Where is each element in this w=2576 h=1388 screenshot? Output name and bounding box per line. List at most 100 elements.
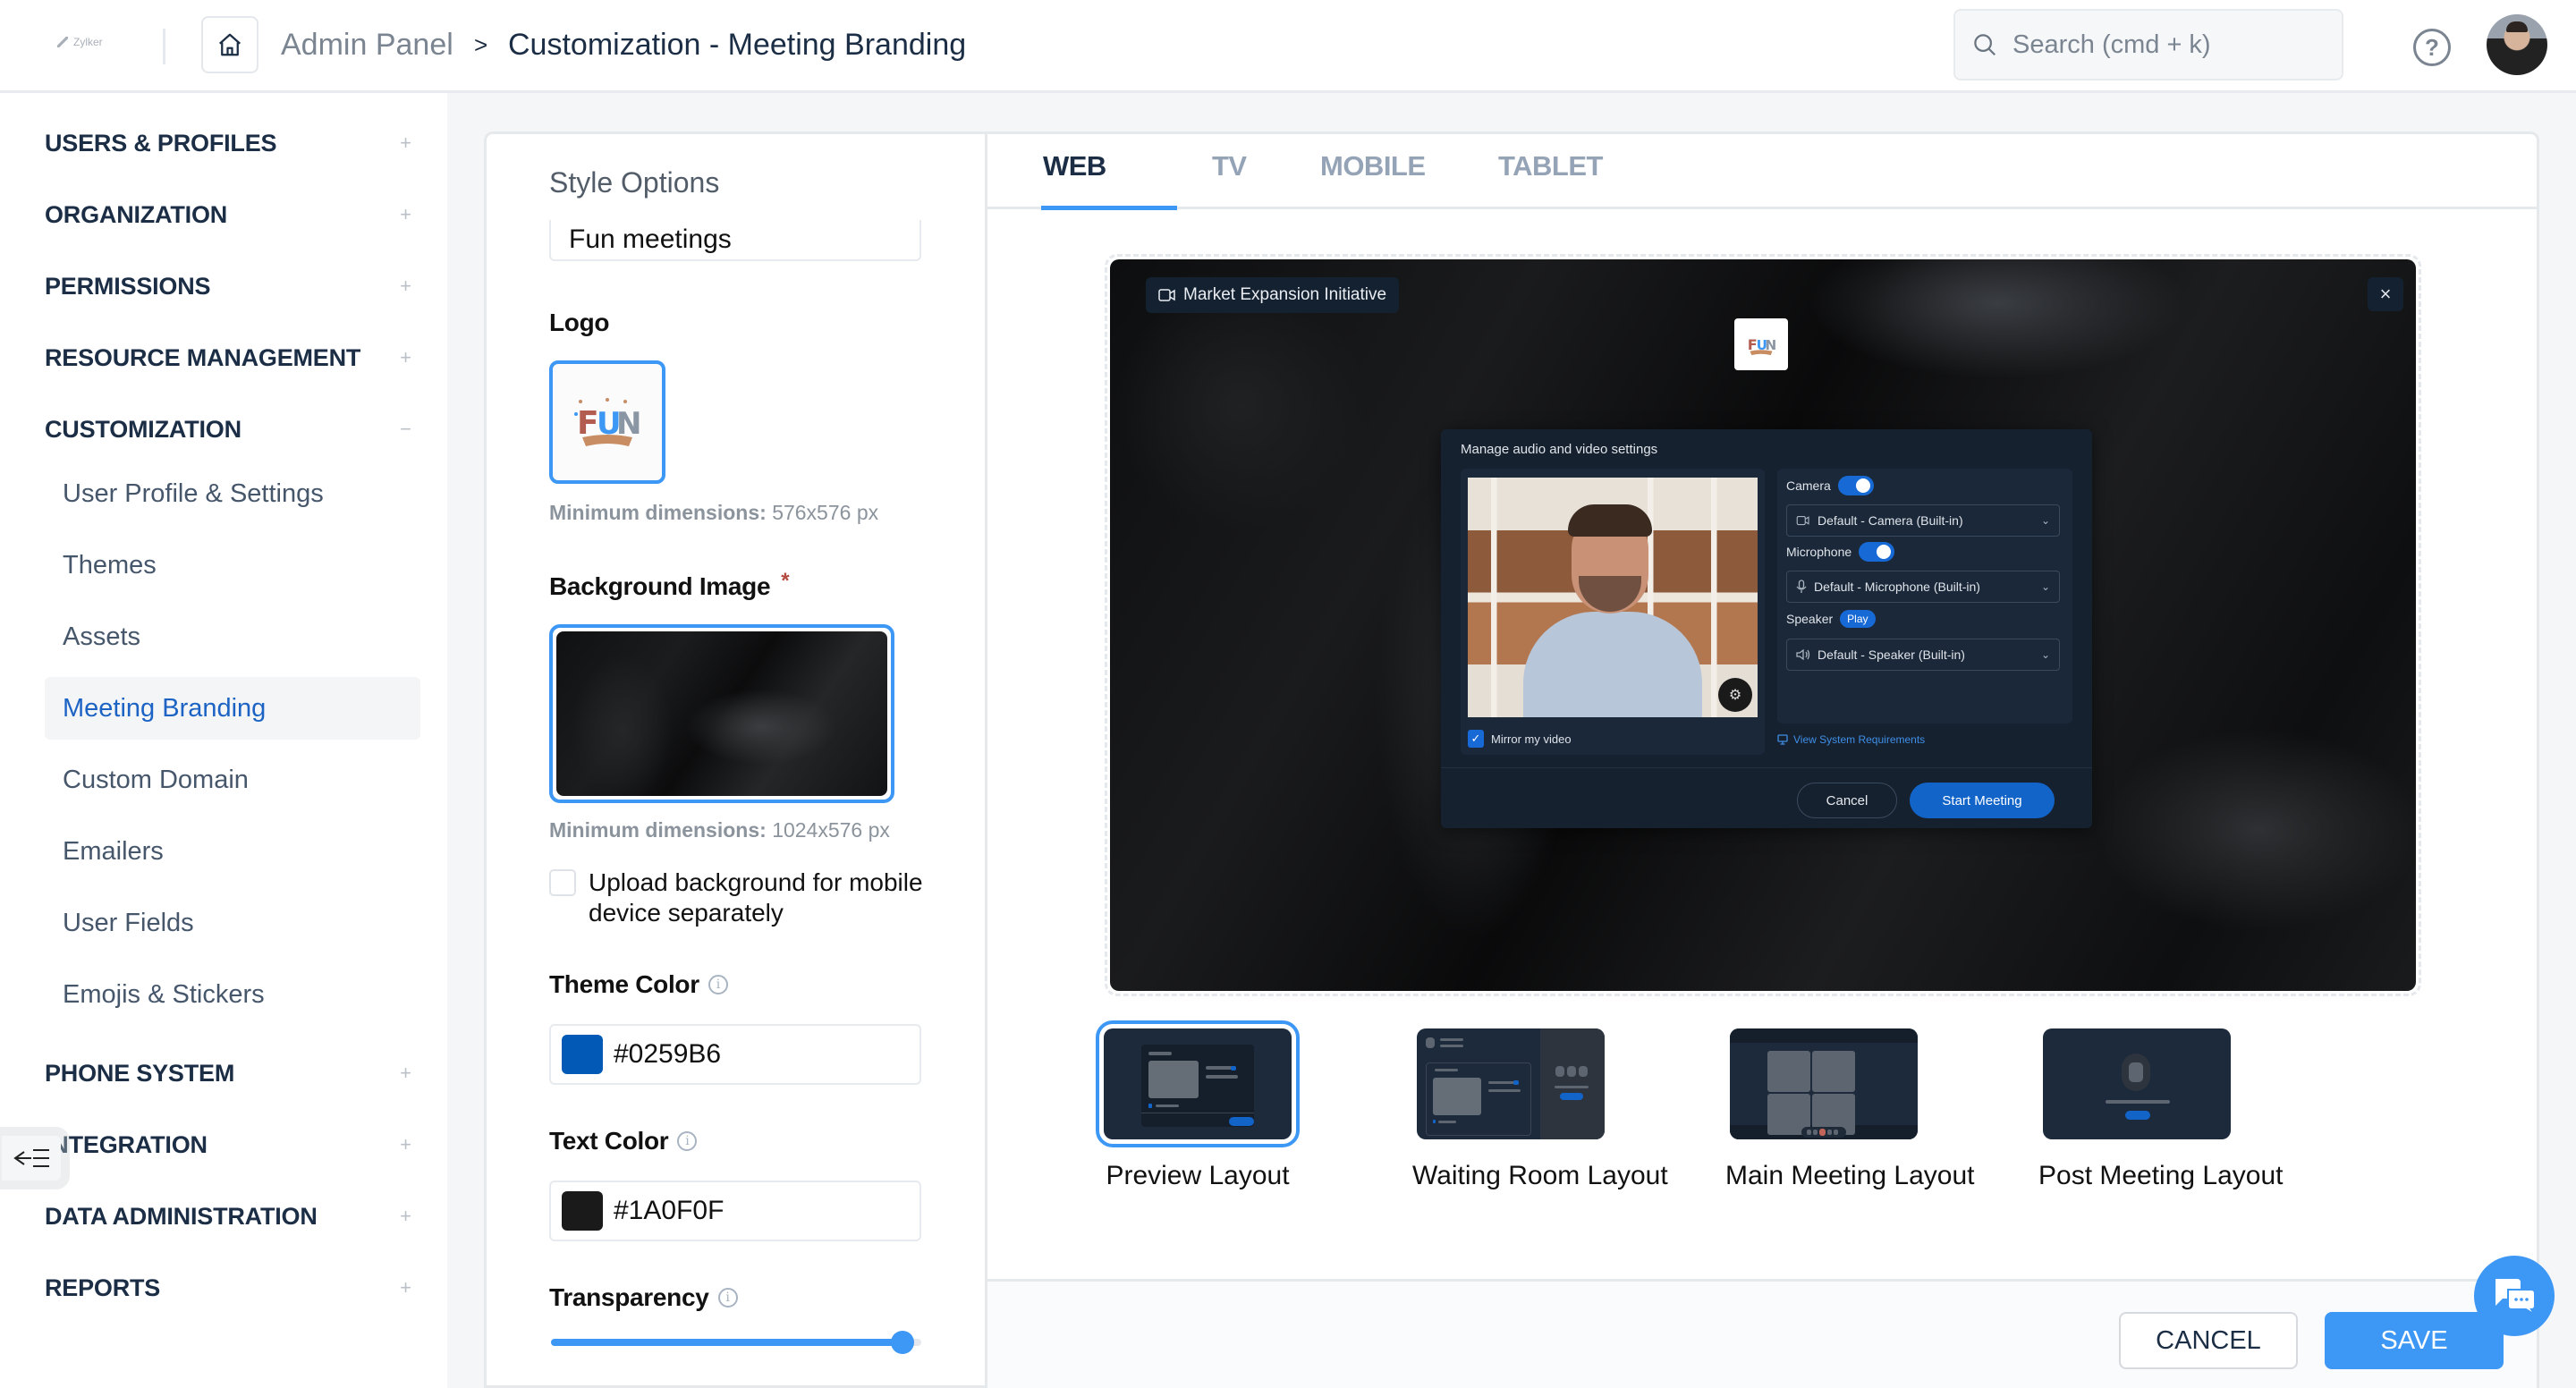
layout-selector: Preview Layout Waiting Room Layout Main … [987,1020,2537,1207]
dialog-footer: Cancel Start Meeting [1441,767,2092,828]
text-color-input[interactable]: #1A0F0F [549,1181,921,1241]
background-image-label: Background Image * [549,569,790,600]
expand-icon: + [400,1133,411,1155]
sidebar: USERS & PROFILES + ORGANIZATION + PERMIS… [0,93,447,1388]
mirror-video-checkbox[interactable]: ✓ [1468,730,1484,748]
camera-device-select[interactable]: Default - Camera (Built-in) ⌄ [1786,504,2060,537]
mobile-background-checkbox[interactable] [549,869,576,896]
action-bar: CANCEL SAVE [987,1279,2537,1388]
chat-support-button[interactable] [2474,1256,2555,1336]
tab-tv[interactable]: TV [1212,150,1247,182]
chevron-down-icon: ⌄ [2040,648,2050,661]
transparency-slider[interactable] [551,1329,921,1356]
preview-cancel-button[interactable]: Cancel [1797,783,1897,818]
sidebar-section-customization[interactable]: CUSTOMIZATION − [45,402,411,456]
search-icon [1974,34,1996,56]
sidebar-item-assets[interactable]: Assets [45,605,420,668]
theme-color-input[interactable]: #0259B6 [549,1024,921,1085]
sidebar-item-user-fields[interactable]: User Fields [45,892,420,954]
user-avatar[interactable] [2487,14,2547,75]
expand-icon: + [400,131,411,154]
camera-toggle[interactable] [1837,476,1874,495]
speaker-play-button[interactable]: Play [1840,610,1876,628]
slider-fill [551,1339,903,1346]
text-color-swatch[interactable] [562,1191,603,1231]
logo-upload[interactable]: F U N [549,360,665,484]
brand-name: Zylker [73,36,103,48]
sidebar-section-data-administration[interactable]: DATA ADMINISTRATION + [45,1189,411,1243]
background-dimension-hint: Minimum dimensions: 1024x576 px [549,818,890,842]
slider-thumb[interactable] [891,1331,915,1354]
breadcrumb-admin-panel[interactable]: Admin Panel [281,23,453,66]
search-input[interactable] [2012,30,2308,60]
mirror-video-option[interactable]: ✓ Mirror my video [1468,730,1572,748]
collapse-sidebar-button[interactable] [2,1136,61,1181]
breadcrumb-separator: > [474,31,488,58]
device-settings-panel: Camera Default - Camera (Built-in) ⌄ Mic… [1777,469,2072,724]
info-icon[interactable]: i [677,1131,698,1151]
chevron-down-icon: ⌄ [2040,580,2050,593]
microphone-toggle[interactable] [1859,542,1895,562]
sidebar-section-phone-system[interactable]: PHONE SYSTEM + [45,1046,411,1100]
background-effects-icon[interactable]: ⚙ [1718,678,1752,712]
view-system-requirements-link[interactable]: View System Requirements [1777,733,1925,746]
layout-post-meeting[interactable]: Post Meeting Layout [2038,1028,2284,1191]
sidebar-section-reports[interactable]: REPORTS + [45,1261,411,1315]
main-meeting-layout-thumbnail [1730,1028,1918,1139]
branding-name-input[interactable] [549,220,921,261]
microphone-icon [1796,580,1807,593]
cancel-button[interactable]: CANCEL [2119,1312,2298,1369]
waiting-room-layout-thumbnail [1417,1028,1605,1139]
sidebar-section-permissions[interactable]: PERMISSIONS + [45,259,411,313]
text-color-label: Text Color i [549,1127,698,1155]
theme-color-label: Theme Color i [549,970,728,999]
post-meeting-layout-thumbnail [2043,1028,2231,1139]
expand-icon: + [400,1205,411,1227]
help-icon[interactable]: ? [2413,29,2451,66]
transparency-label: Transparency i [549,1283,738,1312]
sidebar-item-custom-domain[interactable]: Custom Domain [45,749,420,811]
layout-preview[interactable]: Preview Layout [1096,1020,1300,1191]
required-asterisk: * [781,569,790,593]
preview-logo: F U N [1734,318,1788,370]
tab-tablet[interactable]: TABLET [1498,150,1603,182]
close-icon[interactable]: × [2368,277,2403,311]
chevron-down-icon: ⌄ [2040,514,2050,527]
tab-web[interactable]: WEB [1043,150,1106,182]
sidebar-item-emailers[interactable]: Emailers [45,820,420,883]
layout-waiting-room[interactable]: Waiting Room Layout [1412,1028,1668,1191]
background-image-upload[interactable] [549,624,894,803]
preview-background: Market Expansion Initiative × F U N Mana… [1110,259,2416,991]
layout-main-meeting[interactable]: Main Meeting Layout [1725,1028,1975,1191]
sidebar-section-users-profiles[interactable]: USERS & PROFILES + [45,116,411,170]
sidebar-item-themes[interactable]: Themes [45,534,420,597]
home-button[interactable] [201,16,258,73]
logo-dimension-hint: Minimum dimensions: 576x576 px [549,501,879,524]
sidebar-item-emojis-stickers[interactable]: Emojis & Stickers [45,963,420,1026]
page-title: Customization - Meeting Branding [508,28,967,62]
microphone-device-select[interactable]: Default - Microphone (Built-in) ⌄ [1786,571,2060,603]
start-meeting-button[interactable]: Start Meeting [1910,783,2055,818]
speaker-icon [1796,648,1810,661]
tab-mobile[interactable]: MOBILE [1320,150,1426,182]
speaker-device-select[interactable]: Default - Speaker (Built-in) ⌄ [1786,639,2060,671]
brand-logo[interactable]: Zylker [57,36,103,48]
camera-preview-video: ⚙ [1468,478,1758,717]
sidebar-section-integration[interactable]: INTEGRATION + [45,1118,411,1172]
expand-icon: + [400,1062,411,1084]
info-icon[interactable]: i [717,1288,738,1308]
fun-logo-image: F U N [1748,336,1776,356]
sidebar-section-organization[interactable]: ORGANIZATION + [45,188,411,241]
sidebar-item-user-profile-settings[interactable]: User Profile & Settings [45,462,420,525]
sidebar-item-meeting-branding[interactable]: Meeting Branding [45,677,420,740]
theme-color-swatch[interactable] [562,1035,603,1074]
speaker-setting: Speaker Play [1786,610,1876,628]
dialog-title: Manage audio and video settings [1461,442,1658,457]
mobile-background-option[interactable]: Upload background for mobile device sepa… [549,868,925,928]
sidebar-section-resource-management[interactable]: RESOURCE MANAGEMENT + [45,331,411,385]
save-button[interactable]: SAVE [2325,1312,2504,1369]
microphone-setting: Microphone [1786,542,1895,562]
info-icon[interactable]: i [708,975,728,994]
search-box[interactable] [1953,9,2343,80]
video-panel: ⚙ ✓ Mirror my video [1461,469,1765,755]
